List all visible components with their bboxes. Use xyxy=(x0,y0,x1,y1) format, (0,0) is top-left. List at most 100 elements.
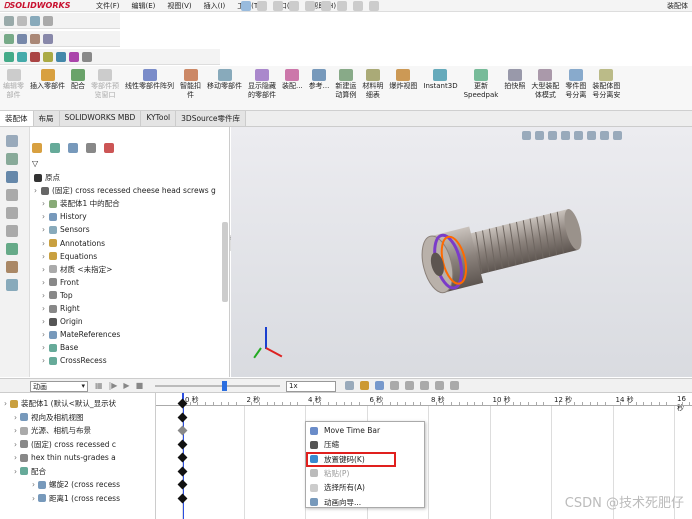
tree-node[interactable]: › Origin xyxy=(42,315,83,328)
keypoint[interactable] xyxy=(177,439,188,449)
display-icon[interactable] xyxy=(104,143,114,153)
quick-icon[interactable] xyxy=(30,15,40,26)
feature-icon[interactable] xyxy=(43,51,53,62)
command-tab[interactable]: 装配体 xyxy=(0,111,34,126)
results-icon[interactable] xyxy=(450,381,459,390)
feature-icon[interactable] xyxy=(56,51,66,62)
speed-select[interactable]: 1x xyxy=(286,381,336,392)
motion-tree-node[interactable]: › 装配体1 (默认<默认_显示状 xyxy=(4,397,116,410)
command-button[interactable]: 配合 xyxy=(68,69,88,91)
tree-node[interactable]: › 材质 <未指定> xyxy=(42,263,112,276)
line-icon[interactable] xyxy=(17,33,27,44)
task-icon[interactable] xyxy=(6,279,18,291)
filter-icon[interactable]: ▽ xyxy=(32,159,38,168)
feature-icon[interactable] xyxy=(4,51,14,62)
tree-scrollbar[interactable] xyxy=(222,222,228,302)
feature-icon[interactable] xyxy=(69,51,79,62)
task-icon[interactable] xyxy=(6,189,18,201)
contact-icon[interactable] xyxy=(420,381,429,390)
command-button[interactable]: 智能扣 件 xyxy=(177,69,204,100)
expand-arrow-icon[interactable]: › xyxy=(42,239,45,248)
command-tab[interactable]: KYTool xyxy=(141,111,177,126)
tree-node[interactable]: › Annotations xyxy=(42,237,105,250)
tree-node[interactable]: › Top xyxy=(42,289,73,302)
save-animation-icon[interactable] xyxy=(345,381,354,390)
dimxpert-icon[interactable] xyxy=(86,143,96,153)
command-button[interactable]: 显示隐藏 的零部件 xyxy=(245,69,279,100)
command-button[interactable]: 零件图 号分离 xyxy=(562,69,589,100)
tree-node[interactable]: › Right xyxy=(42,302,80,315)
expand-arrow-icon[interactable]: › xyxy=(32,480,35,489)
expand-arrow-icon[interactable]: › xyxy=(42,225,45,234)
keypoint[interactable] xyxy=(177,466,188,476)
menu-item[interactable]: 文件(F) xyxy=(96,1,120,11)
keypoint[interactable] xyxy=(177,452,188,463)
command-button[interactable]: 爆炸视图 xyxy=(386,69,420,91)
select-icon[interactable] xyxy=(337,1,347,11)
context-menu-item[interactable]: 压缩 xyxy=(306,438,424,451)
command-button[interactable]: 装配体图 号分离安 xyxy=(589,69,623,100)
propertymanager-icon[interactable] xyxy=(50,143,60,153)
command-button[interactable]: 新建运 动算例 xyxy=(332,69,359,100)
open-icon[interactable] xyxy=(273,1,283,11)
tree-node[interactable]: › Equations xyxy=(42,250,97,263)
keypoint[interactable] xyxy=(177,425,188,436)
expand-arrow-icon[interactable]: › xyxy=(42,304,45,313)
expand-arrow-icon[interactable]: › xyxy=(14,426,17,435)
command-button[interactable]: 拍快照 xyxy=(501,69,528,91)
command-tab[interactable]: SOLIDWORKS MBD xyxy=(59,111,142,126)
task-icon[interactable] xyxy=(6,153,18,165)
feature-icon[interactable] xyxy=(30,51,40,62)
configuration-icon[interactable] xyxy=(68,143,78,153)
expand-arrow-icon[interactable]: › xyxy=(14,467,17,476)
quick-icon[interactable] xyxy=(4,15,14,26)
tree-node[interactable]: › CrossRecess xyxy=(42,354,107,367)
expand-arrow-icon[interactable]: › xyxy=(42,343,45,352)
expand-arrow-icon[interactable]: › xyxy=(14,440,17,449)
expand-arrow-icon[interactable]: › xyxy=(42,252,45,261)
keypoint[interactable] xyxy=(177,493,188,503)
motor-icon[interactable] xyxy=(390,381,399,390)
tree-node[interactable]: › Sensors xyxy=(42,223,90,236)
task-icon[interactable] xyxy=(6,135,18,147)
context-menu-item[interactable]: 动画向导... xyxy=(306,496,424,509)
context-menu-item[interactable]: 选择所有(A) xyxy=(306,481,424,494)
tree-node[interactable]: › Base xyxy=(42,341,78,354)
spring-icon[interactable] xyxy=(405,381,414,390)
expand-arrow-icon[interactable]: › xyxy=(14,413,17,422)
quick-icon[interactable] xyxy=(17,15,27,26)
play-from-start-icon[interactable]: |▶ xyxy=(109,381,118,390)
command-button[interactable]: 零部件预 览窗口 xyxy=(88,69,122,100)
expand-arrow-icon[interactable]: › xyxy=(42,356,45,365)
command-button[interactable]: 编辑零 部件 xyxy=(0,69,27,100)
command-button[interactable]: 移动零部件 xyxy=(204,69,245,91)
feature-icon[interactable] xyxy=(17,51,27,62)
menu-item[interactable]: 编辑(E) xyxy=(132,1,156,11)
feature-icon[interactable] xyxy=(82,51,92,62)
tree-node[interactable]: 原点 xyxy=(34,171,60,184)
screw-shank[interactable] xyxy=(466,209,579,276)
command-button[interactable]: 更新 Speedpak xyxy=(461,69,502,100)
motion-tree-node[interactable]: › hex thin nuts-grades a xyxy=(14,451,116,464)
save-icon[interactable] xyxy=(289,1,299,11)
motion-tree-node[interactable]: › 螺旋2 (cross recess xyxy=(32,478,120,491)
task-icon[interactable] xyxy=(6,207,18,219)
motion-tree-node[interactable]: › 配合 xyxy=(14,465,46,478)
playback-slider[interactable] xyxy=(155,385,280,387)
tree-node[interactable]: › MateReferences xyxy=(42,328,120,341)
command-button[interactable]: 材料明 细表 xyxy=(359,69,386,100)
context-menu-item[interactable]: Move Time Bar xyxy=(306,424,424,437)
featuremanager-icon[interactable] xyxy=(32,143,42,153)
task-icon[interactable] xyxy=(6,225,18,237)
expand-arrow-icon[interactable]: › xyxy=(42,278,45,287)
undo-icon[interactable] xyxy=(321,1,331,11)
command-tab[interactable]: 布局 xyxy=(33,111,60,126)
command-button[interactable]: 大型装配 体模式 xyxy=(528,69,562,100)
gravity-icon[interactable] xyxy=(435,381,444,390)
expand-arrow-icon[interactable]: › xyxy=(42,330,45,339)
screw-model[interactable] xyxy=(231,127,692,377)
motion-tree-node[interactable]: › (固定) cross recessed c xyxy=(14,438,116,451)
stop-icon[interactable]: ■ xyxy=(136,381,144,390)
new-icon[interactable] xyxy=(257,1,267,11)
task-icon[interactable] xyxy=(6,171,18,183)
